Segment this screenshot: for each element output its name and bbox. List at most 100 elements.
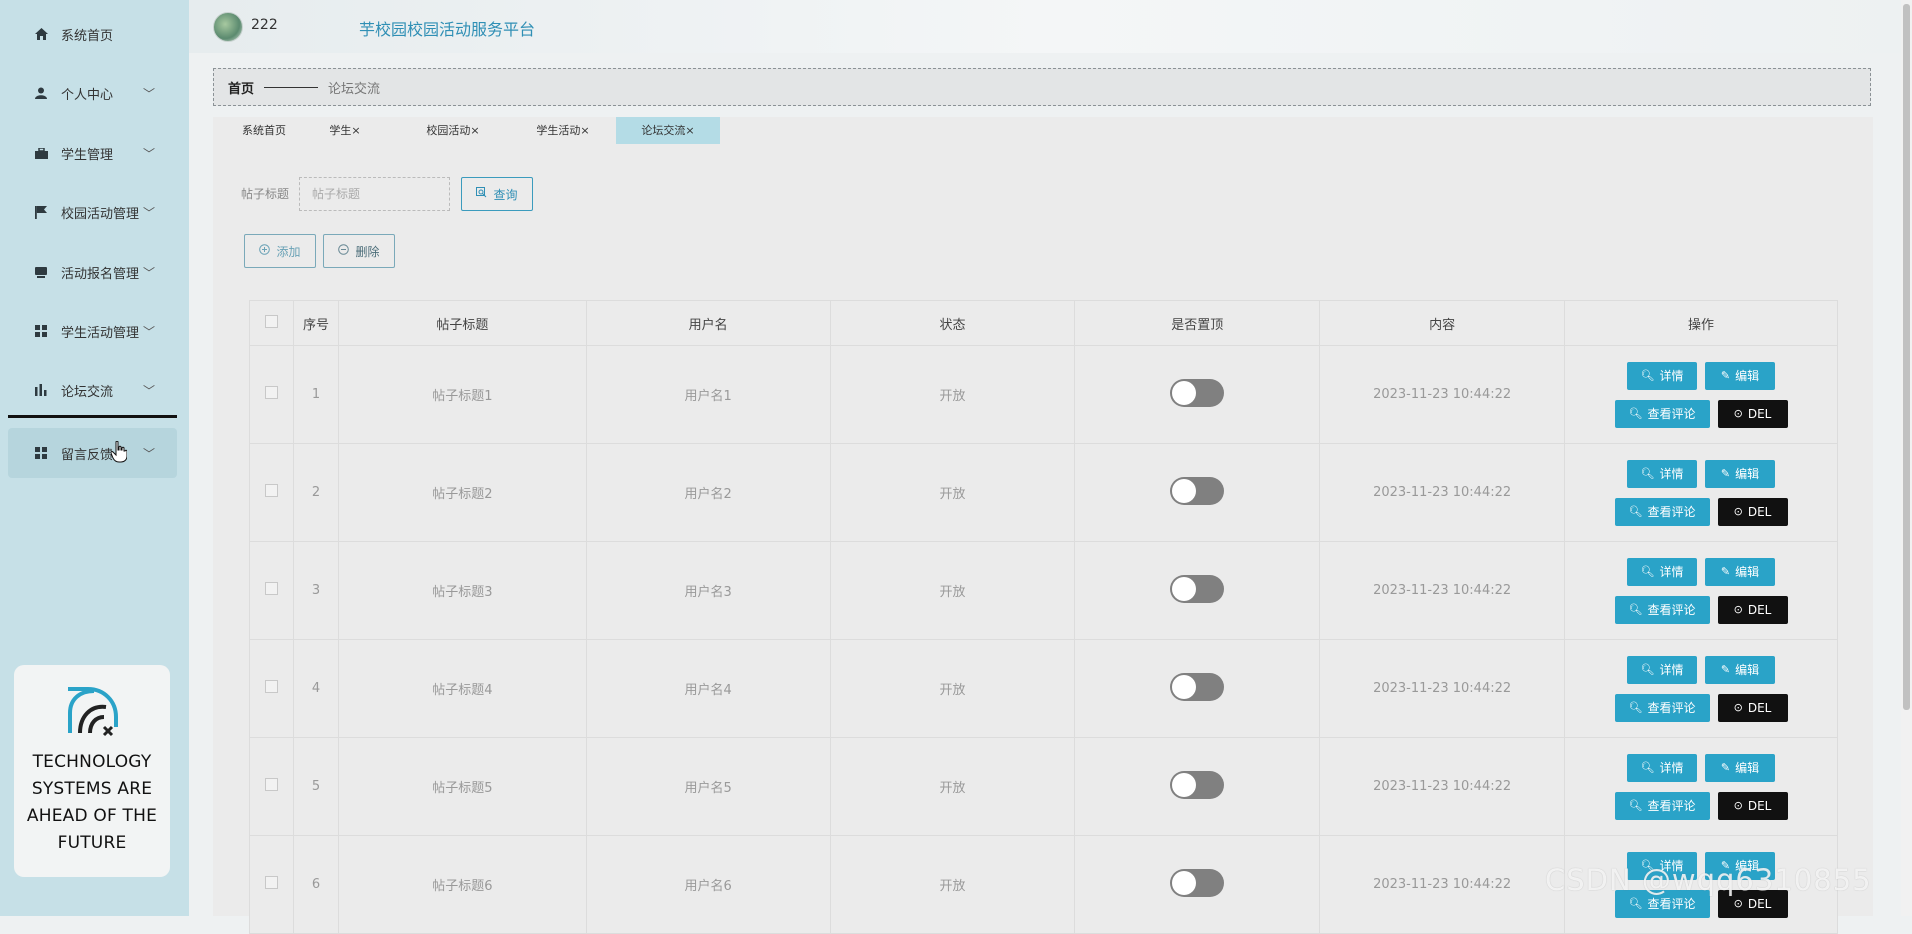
sidebar-item-home[interactable]: 系统首页 (8, 9, 177, 59)
detail-button[interactable]: 🔍︎ 详情 (1627, 361, 1698, 390)
toggle-knob (1172, 870, 1197, 895)
sidebar-item-label: 论坛交流 (61, 384, 114, 400)
briefcase-icon (33, 147, 49, 159)
edit-button-label: 编辑 (1735, 663, 1760, 677)
detail-button[interactable]: 🔍︎ 详情 (1627, 753, 1698, 782)
edit-button[interactable]: ✎ 编辑 (1705, 557, 1776, 586)
bar-chart-icon (33, 384, 49, 396)
row-checkbox[interactable] (264, 386, 278, 399)
row-number: 2 (292, 443, 339, 542)
row-actions: 🔍︎ 详情 ✎ 编辑 🔍︎ 查看评论 ⊙ DEL (1564, 639, 1838, 738)
row-select-cell[interactable] (249, 541, 294, 640)
row-select-cell[interactable] (249, 737, 294, 836)
del-button[interactable]: ⊙ DEL (1717, 791, 1788, 820)
search-icon: 🔍︎ (1640, 761, 1655, 774)
avatar[interactable] (213, 12, 243, 42)
sidebar-item-label: 校园活动管理 (61, 206, 140, 222)
select-all-checkbox[interactable] (264, 314, 278, 328)
search-button[interactable]: 查询 (461, 177, 533, 211)
sidebar-item-feedback[interactable]: 留言反馈 ﹀ (8, 428, 177, 478)
edit-button[interactable]: ✎ 编辑 (1705, 361, 1776, 390)
circle-dot-icon: ⊙ (1733, 701, 1743, 714)
sidebar-item-student-activities[interactable]: 学生活动管理 ﹀ (8, 306, 177, 356)
del-button[interactable]: ⊙ DEL (1717, 595, 1788, 624)
view-comments-button[interactable]: 🔍︎ 查看评论 (1614, 595, 1710, 624)
pinned-toggle[interactable] (1170, 476, 1225, 505)
view-comments-label: 查看评论 (1647, 407, 1696, 421)
breadcrumb-home[interactable]: 首页 (228, 78, 254, 97)
tab-campus-activities[interactable]: 校园活动× (408, 117, 498, 144)
row-content: 2023-11-23 10:44:22 (1319, 639, 1566, 738)
sidebar-item-students[interactable]: 学生管理 ﹀ (8, 128, 177, 178)
circle-dot-icon: ⊙ (1733, 897, 1743, 910)
add-button[interactable]: 添加 (244, 234, 316, 268)
select-all-cell[interactable] (249, 300, 294, 346)
search-input[interactable] (299, 177, 450, 211)
del-button[interactable]: ⊙ DEL (1717, 399, 1788, 428)
tab-forum[interactable]: 论坛交流× (616, 117, 720, 144)
detail-button[interactable]: 🔍︎ 详情 (1627, 655, 1698, 684)
row-pinned-cell (1074, 443, 1321, 542)
row-content: 2023-11-23 10:44:22 (1319, 443, 1566, 542)
row-select-cell[interactable] (249, 345, 294, 444)
row-content: 2023-11-23 10:44:22 (1319, 737, 1566, 836)
row-status: 开放 (829, 345, 1076, 444)
detail-button[interactable]: 🔍︎ 详情 (1627, 459, 1698, 488)
scrollbar-thumb[interactable] (1903, 4, 1910, 710)
detail-button[interactable]: 🔍︎ 详情 (1627, 557, 1698, 586)
toggle-knob (1172, 380, 1197, 405)
row-actions: 🔍︎ 详情 ✎ 编辑 🔍︎ 查看评论 ⊙ DEL (1564, 345, 1838, 444)
sidebar-item-forum[interactable]: 论坛交流 ﹀ (8, 365, 177, 415)
toggle-knob (1172, 772, 1197, 797)
pinned-toggle[interactable] (1170, 672, 1225, 701)
view-comments-button[interactable]: 🔍︎ 查看评论 (1614, 693, 1710, 722)
row-checkbox[interactable] (264, 778, 278, 791)
row-select-cell[interactable] (249, 835, 294, 934)
search-icon: 🔍︎ (1628, 897, 1643, 910)
detail-button-label: 详情 (1659, 565, 1684, 579)
del-button-label: DEL (1747, 504, 1772, 519)
row-checkbox[interactable] (264, 876, 278, 889)
tab-home[interactable]: 系统首页 (223, 117, 305, 144)
row-select-cell[interactable] (249, 443, 294, 542)
main-panel: 系统首页 学生× 校园活动× 学生活动× 论坛交流× 帖子标题 查询 添加 删除 (213, 117, 1873, 934)
view-comments-button[interactable]: 🔍︎ 查看评论 (1614, 497, 1710, 526)
pinned-toggle[interactable] (1170, 574, 1225, 603)
row-title: 帖子标题6 (337, 835, 587, 934)
view-comments-label: 查看评论 (1647, 897, 1696, 911)
search-icon: 🔍︎ (1628, 701, 1643, 714)
edit-button[interactable]: ✎ 编辑 (1705, 753, 1776, 782)
sidebar-item-registrations[interactable]: 活动报名管理 ﹀ (8, 247, 177, 297)
tab-students[interactable]: 学生× (305, 117, 385, 144)
row-checkbox[interactable] (264, 484, 278, 497)
row-pinned-cell (1074, 835, 1321, 934)
sidebar-item-label: 学生管理 (61, 147, 114, 163)
row-pinned-cell (1074, 639, 1321, 738)
pinned-toggle[interactable] (1170, 378, 1225, 407)
pinned-toggle[interactable] (1170, 770, 1225, 799)
view-comments-button[interactable]: 🔍︎ 查看评论 (1614, 399, 1710, 428)
edit-button[interactable]: ✎ 编辑 (1705, 655, 1776, 684)
row-checkbox[interactable] (264, 582, 278, 595)
toggle-knob (1172, 674, 1197, 699)
pinned-toggle[interactable] (1170, 868, 1225, 897)
edit-button[interactable]: ✎ 编辑 (1705, 459, 1776, 488)
promo-card: TECHNOLOGY SYSTEMS ARE AHEAD OF THE FUTU… (14, 665, 170, 877)
row-checkbox[interactable] (264, 680, 278, 693)
delete-button[interactable]: 删除 (323, 234, 395, 268)
tab-student-activities[interactable]: 学生活动× (513, 117, 613, 144)
chevron-down-icon: ﹀ (142, 86, 155, 101)
del-button[interactable]: ⊙ DEL (1717, 497, 1788, 526)
del-button-label: DEL (1747, 896, 1772, 911)
pencil-icon: ✎ (1720, 467, 1731, 480)
grid-icon (33, 325, 49, 337)
sidebar-item-profile[interactable]: 个人中心 ﹀ (8, 68, 177, 118)
row-number: 1 (292, 345, 339, 444)
row-select-cell[interactable] (249, 639, 294, 738)
page-scrollbar[interactable] (1901, 0, 1912, 916)
del-button[interactable]: ⊙ DEL (1717, 693, 1788, 722)
search-icon: 🔍︎ (1640, 369, 1655, 382)
sidebar-item-label: 个人中心 (61, 87, 114, 103)
view-comments-button[interactable]: 🔍︎ 查看评论 (1614, 791, 1710, 820)
sidebar-item-campus-activities[interactable]: 校园活动管理 ﹀ (8, 187, 177, 237)
